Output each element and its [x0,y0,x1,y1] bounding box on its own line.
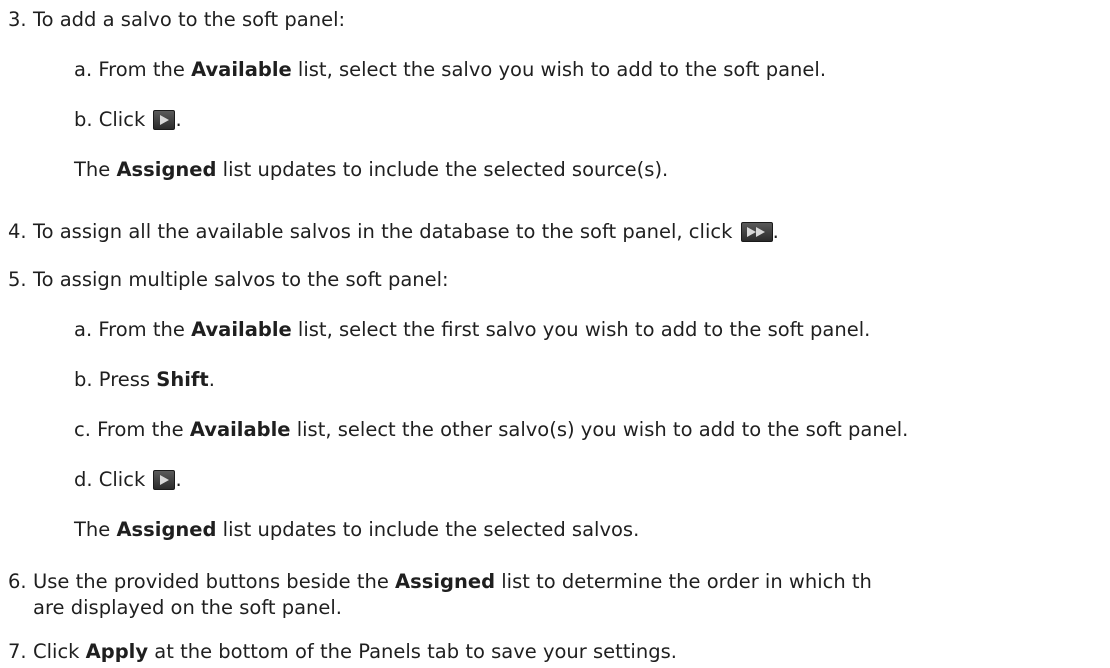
step-6-continuation: are displayed on the soft panel. [33,596,342,619]
step-text: To add a salvo to the soft panel: [33,8,346,31]
step-text: Click Apply at the bottom of the Panels … [33,640,677,663]
step-text: Use the provided buttons beside the Assi… [33,570,872,593]
substep-5b: b. Press Shift. [74,368,215,391]
step-number: 3. [8,8,27,31]
substep-5a: a. From the Available list, select the f… [74,318,871,341]
substep-3a: a. From the Available list, select the s… [74,58,827,81]
substep-3b: b. Click . [74,108,182,131]
step-text: To assign multiple salvos to the soft pa… [33,268,449,291]
play-right-arrow-icon [153,109,176,130]
step-number: 4. [8,220,27,243]
step-number: 5. [8,268,27,291]
step-text: To assign all the available salvos in th… [33,220,779,243]
double-right-arrow-icon [740,221,773,242]
substep-5d: d. Click . [74,468,182,491]
step-number: 6. [8,570,27,593]
step-number: 7. [8,640,27,663]
play-right-arrow-icon [153,469,176,490]
result-5: The Assigned list updates to include the… [74,518,640,541]
result-3: The Assigned list updates to include the… [74,158,669,181]
substep-5c: c. From the Available list, select the o… [74,418,909,441]
